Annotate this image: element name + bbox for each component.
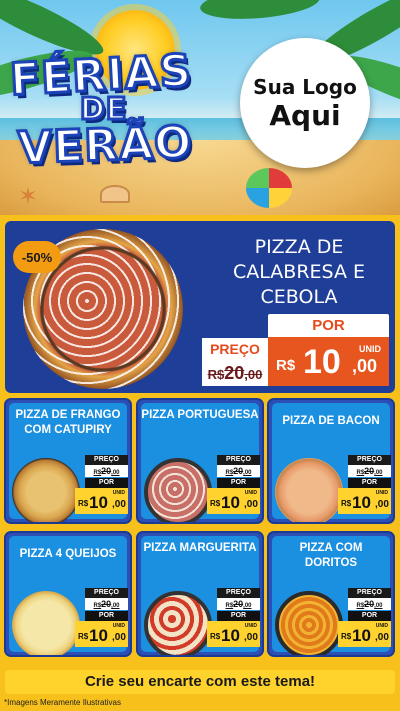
unit-label: UNID xyxy=(359,344,381,354)
old-price: R$20,00 xyxy=(217,598,260,610)
pizza-doritos-image xyxy=(275,591,343,655)
por-label: POR xyxy=(348,611,391,621)
preco-label: PREÇO xyxy=(202,338,268,360)
cta-banner[interactable]: Crie seu encarte com este tema! xyxy=(5,670,395,694)
hero-banner: FÉRIAS DE VERÃO Sua Logo Aqui ✶ xyxy=(0,0,400,215)
old-price: R$20,00 xyxy=(348,598,391,610)
pizza-4-queijos-image xyxy=(12,591,80,655)
old-price: R$20,00 xyxy=(348,465,391,477)
palm-leaf-icon xyxy=(198,0,322,24)
new-price: R$ 10,00 UNID xyxy=(207,621,260,647)
por-label: POR xyxy=(85,478,128,488)
featured-offer[interactable]: -50% PIZZA DE CALABRESA E CEBOLA POR PRE… xyxy=(5,221,395,393)
por-label: POR xyxy=(268,314,389,337)
offers-section: -50% PIZZA DE CALABRESA E CEBOLA POR PRE… xyxy=(0,215,400,711)
hero-title-line3: VERÃO xyxy=(16,115,195,175)
old-price-cents: ,00 xyxy=(244,367,263,382)
starfish-icon: ✶ xyxy=(18,183,39,210)
new-price: R$ 10,00 UNID xyxy=(75,621,128,647)
new-price: R$ 10,00 UNID xyxy=(207,488,260,514)
old-price: R$20,00 xyxy=(202,360,268,386)
pizza-portuguesa-image xyxy=(144,458,212,522)
new-price-cents: ,00 xyxy=(352,356,378,376)
product-card[interactable]: PIZZA MARGUERITA PREÇO R$20,00 POR R$ 10,… xyxy=(136,531,264,657)
featured-product-name: PIZZA DE CALABRESA E CEBOLA xyxy=(233,236,365,308)
product-name: PIZZA 4 QUEIJOS xyxy=(19,548,117,560)
product-name: PIZZA DE FRANGO COM CATUPIRY xyxy=(15,409,121,436)
product-name: PIZZA DE BACON xyxy=(282,415,380,427)
logo-placeholder: Sua Logo Aqui xyxy=(240,38,370,168)
preco-label: PREÇO xyxy=(348,588,391,598)
por-label: POR xyxy=(348,478,391,488)
new-price: R$ 10 ,00 UNID xyxy=(268,337,389,386)
por-label: POR xyxy=(217,478,260,488)
new-price-value: 10 xyxy=(303,343,341,381)
disclaimer: *Imagens Meramente Ilustrativas xyxy=(4,698,121,707)
pizza-frango-image xyxy=(12,458,80,522)
logo-text-line1: Sua Logo xyxy=(253,74,357,99)
preco-label: PREÇO xyxy=(85,588,128,598)
old-price-value: 20 xyxy=(224,363,245,383)
old-price-currency: R$ xyxy=(207,367,225,382)
product-card[interactable]: PIZZA COM DORITOS PREÇO R$20,00 POR R$ 10… xyxy=(267,531,395,657)
pizza-bacon-image xyxy=(275,458,343,522)
product-card[interactable]: PIZZA DE FRANGO COM CATUPIRY PREÇO R$20,… xyxy=(4,398,132,524)
new-price: R$ 10,00 UNID xyxy=(75,488,128,514)
preco-label: PREÇO xyxy=(217,455,260,465)
old-price: R$20,00 xyxy=(85,465,128,477)
preco-label: PREÇO xyxy=(348,455,391,465)
product-card[interactable]: PIZZA PORTUGUESA PREÇO R$20,00 POR R$ 10,… xyxy=(136,398,264,524)
preco-label: PREÇO xyxy=(85,455,128,465)
pizza-marguerita-image xyxy=(144,591,212,655)
seashell-icon xyxy=(100,185,130,203)
product-name: PIZZA MARGUERITA xyxy=(143,542,257,554)
beach-ball-icon xyxy=(246,168,292,208)
new-price: R$ 10,00 UNID xyxy=(338,621,391,647)
product-name: PIZZA PORTUGUESA xyxy=(141,409,259,421)
old-price: R$20,00 xyxy=(85,598,128,610)
logo-text-line2: Aqui xyxy=(269,98,341,132)
product-card[interactable]: PIZZA DE BACON PREÇO R$20,00 POR R$ 10,00… xyxy=(267,398,395,524)
discount-badge: -50% xyxy=(13,241,61,273)
preco-label: PREÇO xyxy=(217,588,260,598)
por-label: POR xyxy=(217,611,260,621)
product-card[interactable]: PIZZA 4 QUEIJOS PREÇO R$20,00 POR R$ 10,0… xyxy=(4,531,132,657)
por-label: POR xyxy=(85,611,128,621)
new-price-currency: R$ xyxy=(276,357,296,374)
old-price: R$20,00 xyxy=(217,465,260,477)
new-price: R$ 10,00 UNID xyxy=(338,488,391,514)
product-name: PIZZA COM DORITOS xyxy=(299,542,363,569)
